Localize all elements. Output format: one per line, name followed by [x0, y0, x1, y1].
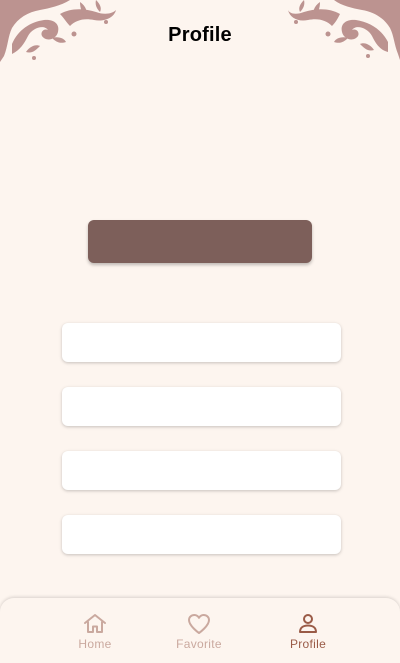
nav-item-favorite[interactable]: Favorite [159, 612, 239, 651]
profile-field-2[interactable] [62, 387, 341, 426]
primary-action-button[interactable] [88, 220, 312, 263]
nav-item-home[interactable]: Home [55, 612, 135, 651]
nav-label-profile: Profile [289, 637, 327, 651]
person-icon [299, 614, 317, 633]
home-icon [84, 614, 106, 633]
nav-label-home: Home [78, 637, 112, 651]
page-title: Profile [168, 24, 232, 46]
nav-item-profile[interactable]: Profile [268, 612, 348, 651]
nav-label-favorite: Favorite [176, 637, 222, 651]
bottom-navigation-bar: Home Favorite Profile [0, 598, 400, 663]
profile-field-4[interactable] [62, 515, 341, 554]
profile-field-3[interactable] [62, 451, 341, 490]
profile-field-1[interactable] [62, 323, 341, 362]
profile-screen: Profile Home Favorite Profile [0, 0, 400, 663]
heart-icon [188, 614, 210, 634]
